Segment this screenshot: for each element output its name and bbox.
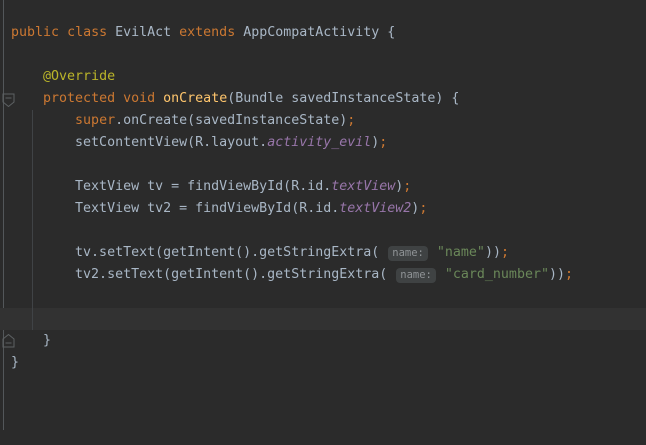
- code-line-8[interactable]: TextView tv = findViewById(R.id.textView…: [0, 176, 646, 198]
- code-line-12[interactable]: tv2.setText(getIntent().getStringExtra( …: [0, 264, 646, 286]
- code-token: ;: [347, 113, 355, 128]
- code-token: ;: [403, 179, 411, 194]
- code-line-13[interactable]: [0, 286, 646, 308]
- code-token: ;: [565, 267, 573, 282]
- code-line-6[interactable]: setContentView(R.layout.activity_evil);: [0, 132, 646, 154]
- code-line-4[interactable]: protected void onCreate(Bundle savedInst…: [0, 88, 646, 110]
- code-token: extends: [179, 25, 235, 40]
- code-token: AppCompatActivity {: [235, 25, 395, 40]
- code-token: TextView tv = findViewById(R.id.: [11, 179, 331, 194]
- code-token: )): [549, 267, 565, 282]
- code-line-14[interactable]: [0, 308, 646, 330]
- code-line-3[interactable]: @Override: [0, 66, 646, 88]
- code-line-1[interactable]: public class EvilAct extends AppCompatAc…: [0, 22, 646, 44]
- code-token: )): [485, 245, 501, 260]
- code-token: [11, 91, 43, 106]
- parameter-hint: name:: [396, 268, 436, 283]
- code-token: (Bundle savedInstanceState) {: [227, 91, 459, 106]
- code-token: setContentView(R.layout.: [11, 135, 267, 150]
- code-line-15[interactable]: }: [0, 330, 646, 352]
- code-token: ;: [379, 135, 387, 150]
- code-line-11[interactable]: tv.setText(getIntent().getStringExtra( n…: [0, 242, 646, 264]
- code-token: TextView tv2 = findViewById(R.id.: [11, 201, 339, 216]
- code-token: [429, 245, 437, 260]
- code-line-10[interactable]: [0, 220, 646, 242]
- code-token: super: [75, 113, 115, 128]
- code-token: }: [11, 333, 51, 348]
- code-token: [437, 267, 445, 282]
- code-area[interactable]: public class EvilAct extends AppCompatAc…: [0, 22, 646, 374]
- code-line-16[interactable]: }: [0, 352, 646, 374]
- code-line-5[interactable]: super.onCreate(savedInstanceState);: [0, 110, 646, 132]
- code-token: textView2: [339, 201, 411, 216]
- code-token: @Override: [43, 69, 115, 84]
- code-token: ;: [501, 245, 509, 260]
- editor-window: public class EvilAct extends AppCompatAc…: [0, 0, 646, 445]
- code-token: ;: [419, 201, 427, 216]
- code-token: onCreate: [163, 91, 227, 106]
- code-token: textView: [331, 179, 395, 194]
- code-token: "name": [437, 245, 485, 260]
- code-token: }: [11, 355, 19, 370]
- fold-collapse-icon[interactable]: [2, 93, 15, 107]
- code-token: [59, 25, 67, 40]
- code-token: [155, 91, 163, 106]
- code-token: class: [67, 25, 107, 40]
- code-token: [11, 69, 43, 84]
- code-token: activity_evil: [267, 135, 371, 150]
- code-line-7[interactable]: [0, 154, 646, 176]
- code-token: tv2.setText(getIntent().getStringExtra(: [11, 267, 395, 282]
- code-token: [115, 91, 123, 106]
- code-token: public: [11, 25, 59, 40]
- code-line-9[interactable]: TextView tv2 = findViewById(R.id.textVie…: [0, 198, 646, 220]
- code-line-2[interactable]: [0, 44, 646, 66]
- code-token: void: [123, 91, 155, 106]
- code-token: [11, 113, 75, 128]
- code-token: tv.setText(getIntent().getStringExtra(: [11, 245, 387, 260]
- code-token: protected: [43, 91, 115, 106]
- code-token: EvilAct: [107, 25, 179, 40]
- fold-collapse-end-icon[interactable]: [2, 334, 15, 348]
- code-token: .onCreate(savedInstanceState): [115, 113, 347, 128]
- code-token: "card_number": [445, 267, 549, 282]
- parameter-hint: name:: [388, 246, 428, 261]
